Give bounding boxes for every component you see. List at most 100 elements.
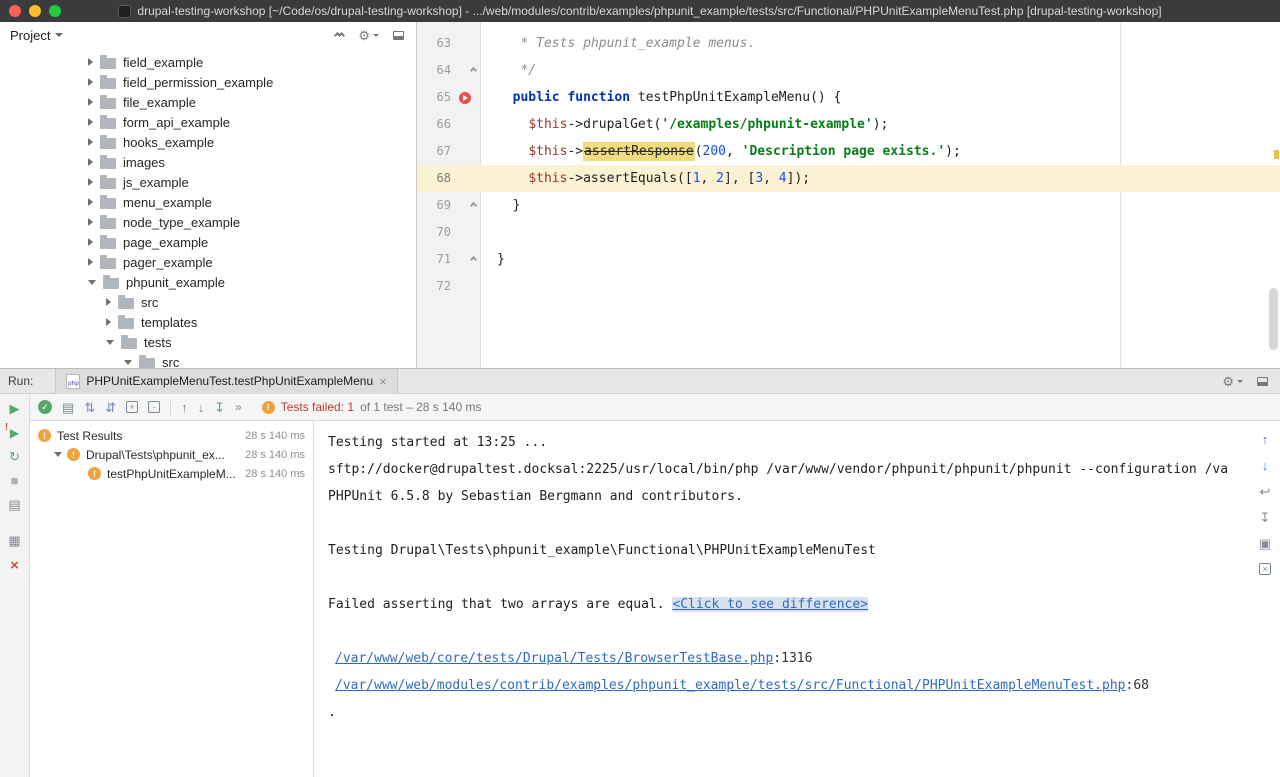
- run-test-gutter-icon[interactable]: [459, 92, 471, 104]
- code-line[interactable]: 70: [417, 219, 1280, 246]
- chevron-right-icon[interactable]: [88, 78, 93, 86]
- console-output[interactable]: Testing started at 13:25 ... sftp://dock…: [314, 421, 1250, 777]
- chevron-right-icon[interactable]: [88, 238, 93, 246]
- close-tab-icon[interactable]: ×: [379, 375, 387, 388]
- toggle-auto-test-button[interactable]: ↻: [9, 450, 20, 463]
- tree-item-page-example[interactable]: page_example: [0, 232, 416, 252]
- tree-item-images[interactable]: images: [0, 152, 416, 172]
- import-test-results-icon[interactable]: ↧: [214, 401, 225, 414]
- tree-item-node-type-example[interactable]: node_type_example: [0, 212, 416, 232]
- editor[interactable]: 63 * Tests phpunit_example menus. 64 */ …: [417, 22, 1280, 368]
- chevron-down-icon[interactable]: [54, 452, 62, 457]
- code-line[interactable]: 71 }: [417, 246, 1280, 273]
- chevron-right-icon[interactable]: [88, 218, 93, 226]
- fold-icon[interactable]: [470, 256, 477, 263]
- chevron-right-icon[interactable]: [106, 298, 111, 306]
- console-icon[interactable]: ▤: [8, 498, 20, 511]
- run-tab[interactable]: php PHPUnitExampleMenuTest.testPhpUnitEx…: [55, 369, 397, 394]
- tree-item-templates[interactable]: templates: [0, 312, 416, 332]
- scroll-to-end-icon[interactable]: ↧: [1260, 511, 1271, 524]
- tree-item-tests[interactable]: tests: [0, 332, 416, 352]
- restore-layout-button[interactable]: ▦: [8, 534, 20, 547]
- tree-item-js-example[interactable]: js_example: [0, 172, 416, 192]
- minimize-window-button[interactable]: [29, 5, 41, 17]
- rerun-button[interactable]: ▶: [10, 402, 20, 415]
- sort-alphabetically-icon[interactable]: ⇅: [84, 401, 95, 414]
- chevron-right-icon[interactable]: [88, 118, 93, 126]
- code-text[interactable]: [481, 219, 497, 246]
- chevron-right-icon[interactable]: [88, 258, 93, 266]
- previous-failed-test-icon[interactable]: ↑: [181, 401, 188, 414]
- code-text[interactable]: */: [481, 57, 536, 84]
- tree-item-hooks-example[interactable]: hooks_example: [0, 132, 416, 152]
- gear-icon[interactable]: ⚙: [358, 29, 379, 42]
- fold-icon[interactable]: [470, 202, 477, 209]
- hide-panel-icon[interactable]: [1257, 377, 1268, 386]
- editor-scrollbar[interactable]: [1269, 288, 1278, 350]
- code-line[interactable]: 72: [417, 273, 1280, 300]
- soft-wrap-icon[interactable]: ↩: [1260, 485, 1271, 498]
- tree-item-src[interactable]: src: [0, 292, 416, 312]
- test-suite-node[interactable]: ! Drupal\Tests\phpunit_ex... 28 s 140 ms: [30, 445, 313, 464]
- gear-icon[interactable]: ⚙: [1222, 375, 1243, 388]
- tree-item-tests-src[interactable]: src: [0, 352, 416, 368]
- stack-trace-link[interactable]: /var/www/web/modules/contrib/examples/ph…: [335, 678, 1126, 693]
- stop-button[interactable]: ■: [11, 474, 19, 487]
- chevron-down-icon[interactable]: [124, 360, 132, 365]
- warning-stripe-mark[interactable]: [1274, 150, 1279, 159]
- test-method-node[interactable]: ! testPhpUnitExampleM... 28 s 140 ms: [30, 464, 313, 483]
- overflow-chevron-icon[interactable]: »: [235, 400, 242, 414]
- code-text[interactable]: * Tests phpunit_example menus.: [481, 30, 755, 57]
- code-line[interactable]: 69 }: [417, 192, 1280, 219]
- tree-item-phpunit-example[interactable]: phpunit_example: [0, 272, 416, 292]
- show-passed-icon[interactable]: ✓: [38, 400, 52, 414]
- code-line[interactable]: 66 $this->drupalGet('/examples/phpunit-e…: [417, 111, 1280, 138]
- tree-item-field-example[interactable]: field_example: [0, 52, 416, 72]
- close-button[interactable]: ×: [10, 558, 19, 573]
- clear-all-icon[interactable]: ×: [1259, 563, 1271, 575]
- chevron-right-icon[interactable]: [88, 198, 93, 206]
- see-difference-link[interactable]: <Click to see difference>: [672, 597, 868, 612]
- up-stack-trace-icon[interactable]: ↑: [1262, 433, 1269, 446]
- show-ignored-icon[interactable]: ▤: [62, 401, 74, 414]
- code-text[interactable]: }: [481, 246, 505, 273]
- code-text[interactable]: $this->assertEquals([1, 2], [3, 4]);: [481, 165, 810, 192]
- tree-item-pager-example[interactable]: pager_example: [0, 252, 416, 272]
- code-line[interactable]: 67 $this->assertResponse(200, 'Descripti…: [417, 138, 1280, 165]
- tree-item-form-api-example[interactable]: form_api_example: [0, 112, 416, 132]
- code-text[interactable]: $this->drupalGet('/examples/phpunit-exam…: [481, 111, 888, 138]
- close-window-button[interactable]: [9, 5, 21, 17]
- chevron-down-icon[interactable]: [88, 280, 96, 285]
- tree-item-file-example[interactable]: file_example: [0, 92, 416, 112]
- code-text[interactable]: [481, 273, 497, 300]
- stack-trace-link[interactable]: /var/www/web/core/tests/Drupal/Tests/Bro…: [335, 651, 773, 666]
- zoom-window-button[interactable]: [49, 5, 61, 17]
- project-view-selector[interactable]: Project: [10, 28, 63, 43]
- code-line[interactable]: 63 * Tests phpunit_example menus.: [417, 30, 1280, 57]
- sort-by-duration-icon[interactable]: ⇵: [105, 401, 116, 414]
- down-stack-trace-icon[interactable]: ↓: [1262, 459, 1269, 472]
- collapse-all-icon[interactable]: -: [148, 401, 160, 413]
- print-icon[interactable]: ▣: [1259, 537, 1271, 550]
- chevron-right-icon[interactable]: [88, 58, 93, 66]
- chevron-right-icon[interactable]: [88, 138, 93, 146]
- fold-icon[interactable]: [470, 67, 477, 74]
- code-line-current[interactable]: 68 $this->assertEquals([1, 2], [3, 4]);: [417, 165, 1280, 192]
- chevron-right-icon[interactable]: [88, 178, 93, 186]
- collapse-all-icon[interactable]: [335, 33, 344, 38]
- code-text[interactable]: }: [481, 192, 520, 219]
- hide-panel-icon[interactable]: [393, 31, 404, 40]
- code-text[interactable]: public function testPhpUnitExampleMenu()…: [481, 84, 841, 111]
- code-line[interactable]: 64 */: [417, 57, 1280, 84]
- chevron-right-icon[interactable]: [106, 318, 111, 326]
- tree-item-field-permission-example[interactable]: field_permission_example: [0, 72, 416, 92]
- chevron-right-icon[interactable]: [88, 158, 93, 166]
- chevron-right-icon[interactable]: [88, 98, 93, 106]
- next-failed-test-icon[interactable]: ↓: [198, 401, 205, 414]
- code-line[interactable]: 65 public function testPhpUnitExampleMen…: [417, 84, 1280, 111]
- code-text[interactable]: $this->assertResponse(200, 'Description …: [481, 138, 961, 165]
- chevron-down-icon[interactable]: [106, 340, 114, 345]
- test-results-root[interactable]: ! Test Results 28 s 140 ms: [30, 426, 313, 445]
- rerun-failed-tests-button[interactable]: ▶!: [10, 426, 19, 439]
- expand-all-icon[interactable]: +: [126, 401, 138, 413]
